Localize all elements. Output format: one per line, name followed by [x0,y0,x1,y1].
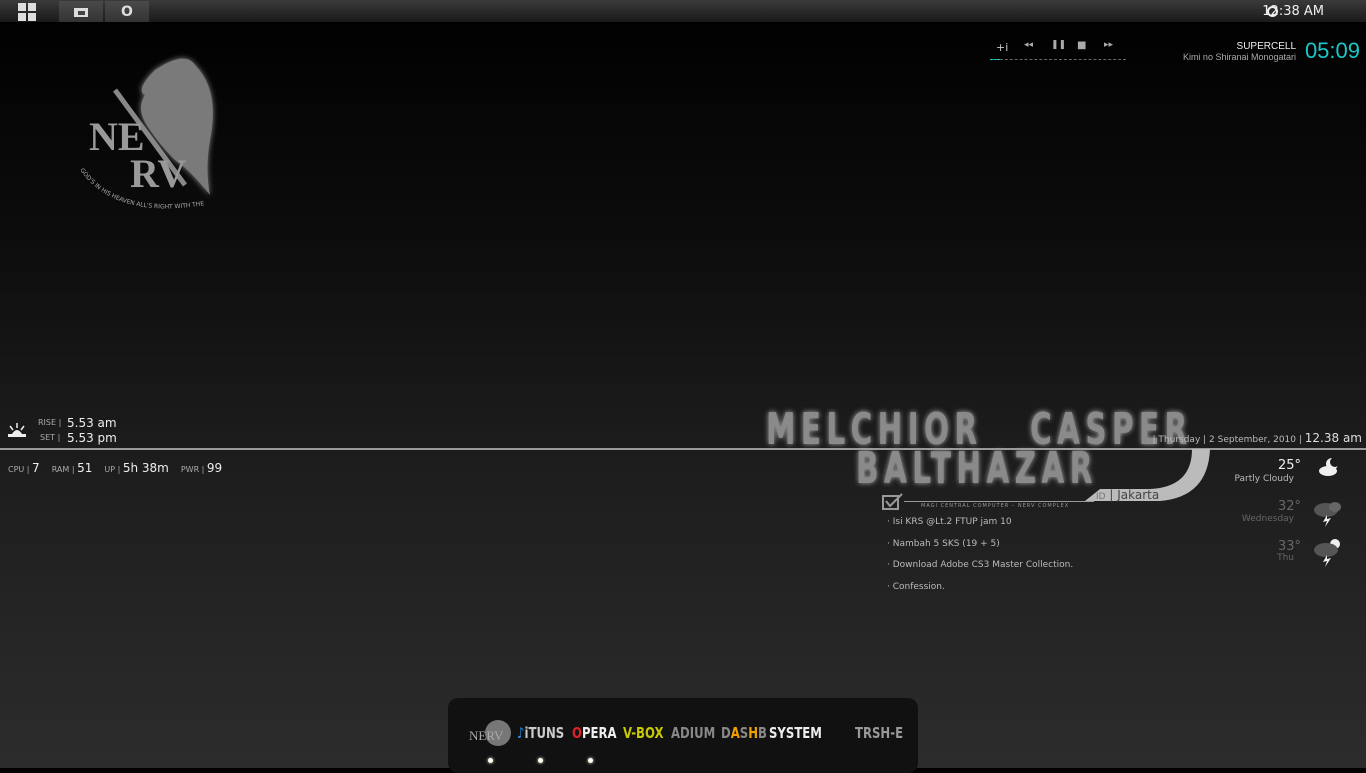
date-display: | Thursday | 2 September, 2010 | 12.38 a… [1152,431,1362,445]
running-indicator [488,758,493,763]
sunrise-icon [8,423,26,437]
weather-temp-thu: 33° [1277,539,1301,554]
music-note-icon: ♪ [517,724,525,742]
running-indicator [538,758,543,763]
dock-nerv-icon[interactable]: NERV [468,718,514,752]
stat-power: PWR | 99 [180,461,223,475]
weather-condition: Partly Cloudy [1234,474,1295,484]
start-button[interactable] [5,1,49,22]
location: ID | Jakarta [1096,488,1160,502]
taskbar-clock[interactable]: 12:38 AM [1262,4,1324,19]
moon-cloud-icon [1319,457,1340,476]
weather-temp-wed: 32° [1277,499,1301,514]
time-display: 12.38 am [1304,431,1362,445]
todo-item[interactable]: · Download Adobe CS3 Master Collection. [887,560,1073,570]
system-stats: CPU | 7 RAM | 51 UP | 5h 38m PWR | 99 [8,457,222,476]
svg-text:NERV: NERV [469,728,504,743]
sunset-time: 5.53 pm [67,431,117,445]
rise-label: RISE | [38,418,62,427]
track-progress-fill [990,59,1000,60]
sunrise-time: 5.53 am [67,416,117,430]
dock-itunes[interactable]: ♪iTUNS [517,724,564,742]
dock-vbox[interactable]: V-BOX [623,724,664,742]
dock-opera[interactable]: OPERA [572,724,617,742]
weather-temp-now: 25° [1277,458,1301,473]
todo-item[interactable]: · Isi KRS @Lt.2 FTUP jam 10 [887,517,1012,527]
weather-day-thu: Thu [1277,553,1294,563]
thunderstorm-icon [1314,502,1341,527]
todo-item[interactable]: · Nambah 5 SKS (19 + 5) [887,539,1000,549]
stat-uptime: UP | 5h 38m [104,461,169,475]
stop-icon[interactable]: ■ [1077,40,1086,51]
explorer-button[interactable] [59,1,103,22]
opera-label: O [121,3,133,20]
fast-forward-icon[interactable]: ▸▸ [1104,40,1113,50]
running-indicator [588,758,593,763]
magi-underline [904,501,1094,502]
song-title: Kimi no Shiranai Monogatari [1182,52,1296,62]
magi-subtitle: MAGI CENTRAL COMPUTER – NERV COMPLEX [921,503,1070,509]
rate-button[interactable]: +i [996,41,1008,54]
sun-thunderstorm-icon [1314,539,1340,567]
dock-trash[interactable]: TRSH-E [855,724,903,742]
checkbox-icon [882,493,903,510]
nerv-logo: NE RV GOD'S IN HIS HEAVEN ALL'S RIGHT WI… [75,50,213,210]
stat-ram: RAM | 51 [51,461,93,475]
set-label: SET | [40,433,61,442]
taskbar: O 12:38 AM [0,0,1366,23]
svg-text:RV: RV [130,151,186,196]
opera-taskbar-button[interactable]: O [105,1,149,22]
song-artist: SUPERCELL [1236,41,1296,52]
magi-balthazar: BALTHAZAR [856,443,1098,494]
song-time: 05:09 [1304,38,1360,63]
stat-cpu: CPU | 7 [8,461,40,475]
weather-day-wed: Wednesday [1241,514,1294,524]
windows-grid-icon [18,2,36,21]
track-progress[interactable] [990,59,1126,60]
pause-icon[interactable]: ❚❚ [1051,40,1066,50]
todo-item[interactable]: · Confession. [887,582,945,592]
dock-adium[interactable]: ADIUM [671,724,715,742]
folder-icon [74,8,88,17]
dock-system[interactable]: SYSTEM [769,724,822,742]
rewind-icon[interactable]: ◂◂ [1024,40,1033,50]
dock-dashboard[interactable]: DASHB [721,724,767,742]
